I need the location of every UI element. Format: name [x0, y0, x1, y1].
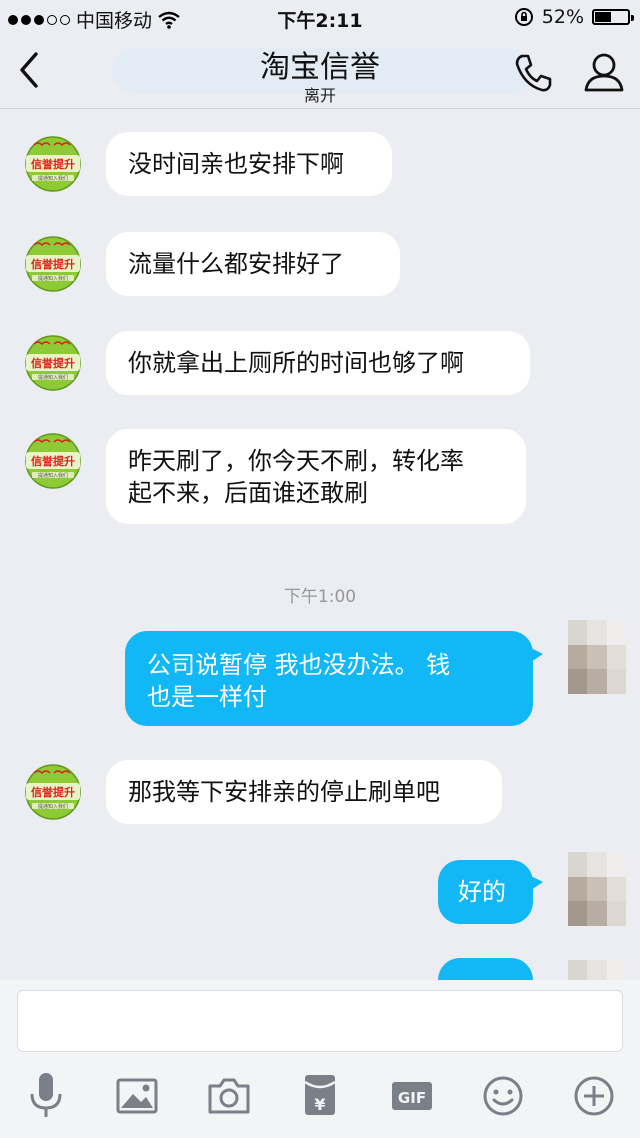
bubble-tail [531, 876, 543, 890]
message-text: 你就拿出上厕所的时间也够了啊 [128, 349, 464, 377]
message-text-line: 公司说暂停 我也没办法。 钱 [147, 651, 451, 679]
gif-label: GIF [398, 1089, 426, 1107]
emoji-icon[interactable] [479, 1070, 527, 1122]
message-bubble[interactable]: 流量什么都安排好了 [106, 232, 400, 296]
message-bubble-outgoing[interactable]: 公司说暂停 我也没办法。 钱 也是一样付 [125, 631, 533, 726]
camera-icon[interactable] [205, 1070, 253, 1122]
image-icon[interactable] [113, 1070, 161, 1122]
red-packet-icon[interactable]: ¥ [296, 1070, 344, 1122]
battery-percent: 52% [541, 6, 584, 28]
avatar-badge-text: 信誉提升 [31, 157, 75, 171]
plus-icon[interactable] [570, 1070, 618, 1122]
message-text-line: 也是一样付 [147, 683, 267, 711]
phone-icon[interactable] [512, 52, 554, 94]
gif-icon[interactable]: GIF [388, 1070, 436, 1122]
message-bubble[interactable]: 没时间亲也安排下啊 [106, 132, 392, 196]
avatar[interactable]: 信誉提升 提通知入我们 [20, 330, 86, 396]
avatar-badge-text: 信誉提升 [31, 785, 75, 799]
rotation-lock-icon [514, 8, 533, 26]
avatar[interactable]: 信誉提升 提通知入我们 [20, 759, 86, 825]
avatar[interactable]: 信誉提升 提通知入我们 [20, 231, 86, 297]
bubble-tail [531, 648, 543, 662]
avatar-badge-subtext: 提通知入我们 [38, 175, 68, 182]
avatar-badge-text: 信誉提升 [31, 257, 75, 271]
avatar-badge-subtext: 提通知入我们 [38, 275, 68, 282]
avatar-self[interactable] [568, 852, 626, 926]
profile-icon[interactable] [582, 50, 626, 94]
message-bubble[interactable]: 那我等下安排亲的停止刷单吧 [106, 760, 502, 824]
message-bubble[interactable]: 你就拿出上厕所的时间也够了啊 [106, 331, 530, 395]
message-timestamp: 下午1:00 [283, 587, 357, 607]
avatar[interactable]: 信誉提升 提通知入我们 [20, 428, 86, 494]
message-bubble[interactable]: 昨天刷了，你今天不刷，转化率 起不来，后面谁还敢刷 [106, 429, 526, 524]
avatar-badge-subtext: 提通知入我们 [38, 374, 68, 381]
avatar-badge-subtext: 提通知入我们 [38, 803, 68, 810]
status-right: 52% [514, 6, 634, 28]
header-divider [0, 108, 640, 109]
message-text: 好的 [458, 878, 506, 906]
avatar-badge-subtext: 提通知入我们 [38, 472, 68, 479]
message-text: 没时间亲也安排下啊 [128, 150, 344, 178]
message-input[interactable] [17, 990, 623, 1052]
message-text: 那我等下安排亲的停止刷单吧 [128, 778, 440, 806]
mic-icon[interactable] [22, 1070, 70, 1122]
avatar-self[interactable] [568, 620, 626, 694]
status-bar: 中国移动 下午2:11 52% [0, 0, 640, 36]
battery-icon [592, 9, 634, 25]
message-text-line: 起不来，后面谁还敢刷 [128, 479, 368, 507]
chat-header: 淘宝信誉 离开 [0, 36, 640, 108]
avatar[interactable]: 信誉提升 提通知入我们 [20, 131, 86, 197]
message-text: 流量什么都安排好了 [128, 250, 344, 278]
avatar-badge-text: 信誉提升 [31, 454, 75, 468]
avatar-badge-text: 信誉提升 [31, 356, 75, 370]
message-bubble-outgoing[interactable]: 好的 [438, 860, 533, 924]
svg-text:¥: ¥ [314, 1095, 325, 1114]
message-text-line: 昨天刷了，你今天不刷，转化率 [128, 447, 464, 475]
input-toolbar: ¥ GIF [0, 1070, 640, 1126]
